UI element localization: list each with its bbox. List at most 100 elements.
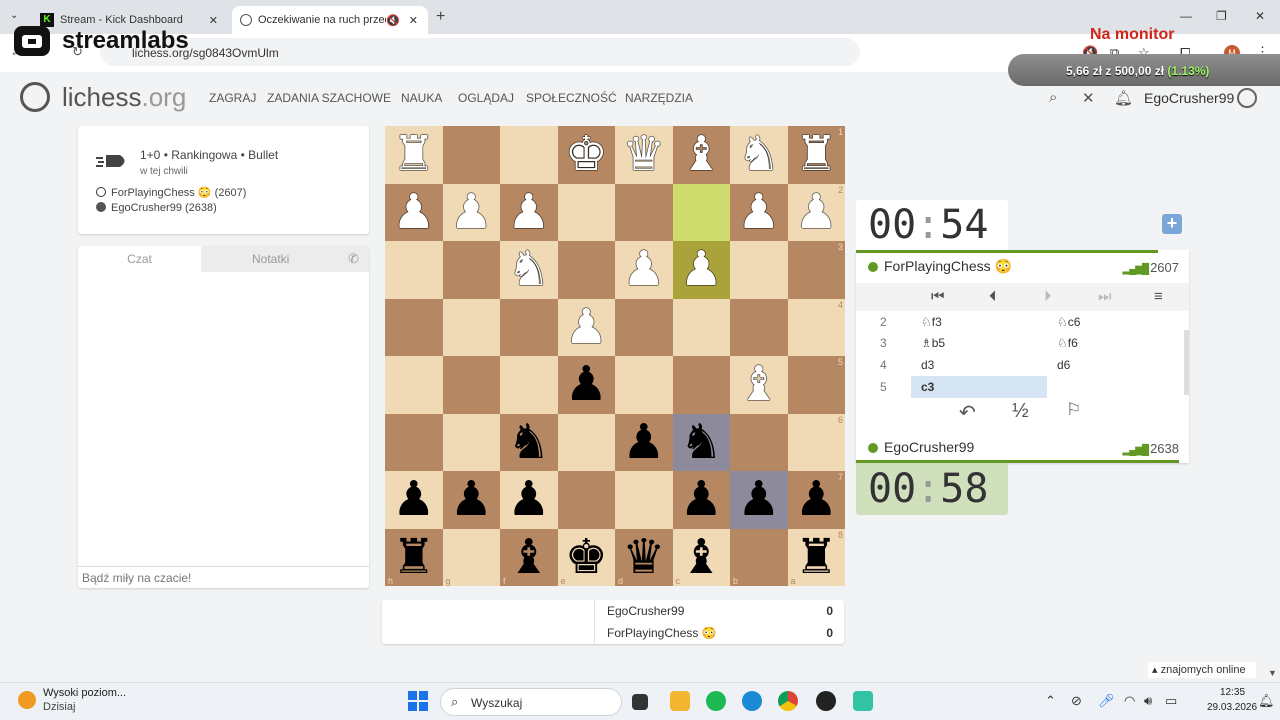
chess-board[interactable]: ♜ ♚ ♛ ♝ ♞ 1 ♜ ♟ ♟ ♟ ♟ 2 ♟ ♞ ♟ ♟ 3 ♟ 4 ♟ ♝ 5 ♞ ♟ ♞ 6 ♟ ♟ ♟ ♟ ♟ 7 ♟ h ♜ g f ♝ e ♚… — [385, 126, 845, 586]
close-window-button[interactable]: ✕ — [1255, 9, 1265, 23]
board-square[interactable] — [500, 298, 558, 356]
board-square[interactable] — [672, 298, 730, 356]
friends-online-button[interactable]: ▴ znajomych online — [1148, 662, 1256, 678]
board-square[interactable] — [385, 298, 443, 356]
nav-nauka[interactable]: NAUKA — [401, 91, 442, 105]
user-menu[interactable]: EgoCrusher99 — [1144, 90, 1234, 106]
tab-search-icon[interactable]: ⌄ — [10, 10, 18, 21]
edge-icon[interactable] — [742, 691, 762, 711]
microphone-icon[interactable]: 🎤︎ — [1098, 693, 1115, 709]
board-square[interactable] — [385, 241, 443, 299]
notifications-icon[interactable]: 🔔︎ — [1258, 693, 1275, 709]
board-square[interactable]: ♚ — [557, 126, 615, 184]
black-player[interactable]: EgoCrusher99 (2638) — [96, 202, 217, 214]
board-square[interactable] — [442, 126, 500, 184]
board-square[interactable]: ♟ — [672, 471, 730, 529]
board-square[interactable] — [442, 356, 500, 414]
weather-icon[interactable] — [18, 691, 36, 709]
prev-move-icon[interactable]: ⏴ — [989, 288, 997, 305]
board-square[interactable]: g — [442, 528, 500, 586]
board-square[interactable] — [500, 356, 558, 414]
board-square[interactable]: 6 — [787, 413, 845, 471]
board-square[interactable] — [385, 356, 443, 414]
maximize-button[interactable]: ❐ — [1216, 9, 1227, 23]
takeback-icon[interactable]: ↶ — [959, 400, 976, 425]
black-pawn-icon[interactable]: ♟ — [565, 356, 608, 412]
board-square[interactable] — [557, 183, 615, 241]
white-pawn-icon[interactable]: ♟ — [565, 299, 608, 355]
user-icon[interactable] — [1237, 88, 1257, 108]
streamlabs-taskbar-icon[interactable] — [853, 691, 873, 711]
black-king-icon[interactable]: ♚ — [565, 529, 608, 585]
close-tab-icon[interactable]: ✕ — [409, 14, 418, 27]
board-square[interactable]: d ♛ — [615, 528, 673, 586]
taskbar-search[interactable]: ⌕ Wyszukaj — [440, 688, 622, 716]
clock-time[interactable]: 12:35 — [1220, 687, 1245, 698]
board-square[interactable]: 4 — [787, 298, 845, 356]
muted-speaker-icon[interactable]: 🔇 — [386, 14, 400, 27]
battery-icon[interactable]: ▭ — [1165, 693, 1177, 709]
board-square[interactable]: 2 ♟ — [787, 183, 845, 241]
volume-icon[interactable]: 🔊︎ — [1144, 693, 1152, 709]
spotify-icon[interactable] — [706, 691, 726, 711]
nav-zagraj[interactable]: ZAGRAJ — [209, 91, 256, 105]
board-square[interactable] — [615, 356, 673, 414]
board-square[interactable] — [672, 183, 730, 241]
tab-notes[interactable]: Notatki — [201, 246, 369, 272]
board-square[interactable]: ♟ — [557, 298, 615, 356]
board-square[interactable]: ♝ — [730, 356, 788, 414]
black-knight-icon[interactable]: ♞ — [507, 414, 550, 470]
tab-chat[interactable]: Czat — [78, 246, 201, 272]
board-square[interactable]: 3 — [787, 241, 845, 299]
board-square[interactable]: ♟ — [730, 183, 788, 241]
black-pawn-icon[interactable]: ♟ — [795, 471, 838, 527]
nav-zadania[interactable]: ZADANIA SZACHOWE — [267, 91, 391, 105]
board-square[interactable]: h ♜ — [385, 528, 443, 586]
white-bishop-icon[interactable]: ♝ — [737, 356, 780, 412]
black-pawn-icon[interactable]: ♟ — [450, 471, 493, 527]
board-square[interactable] — [615, 298, 673, 356]
swords-icon[interactable]: ✕ — [1082, 89, 1095, 107]
board-square[interactable]: ♟ — [500, 183, 558, 241]
board-square[interactable]: 7 ♟ — [787, 471, 845, 529]
board-square[interactable] — [672, 356, 730, 414]
white-queen-icon[interactable]: ♛ — [622, 126, 665, 182]
move-list-scrollbar[interactable] — [1184, 330, 1189, 395]
board-square[interactable]: ♞ — [672, 413, 730, 471]
black-pawn-icon[interactable]: ♟ — [680, 471, 723, 527]
browser-tab-lichess[interactable]: Oczekiwanie na ruch przeciwnika 🔇 ✕ — [232, 6, 428, 34]
weather-title[interactable]: Wysoki poziom... — [43, 687, 126, 699]
move-black[interactable]: d6 — [1057, 354, 1070, 376]
board-square[interactable] — [442, 241, 500, 299]
move-white[interactable]: d3 — [921, 354, 934, 376]
board-square[interactable]: c ♝ — [672, 528, 730, 586]
board-square[interactable] — [557, 241, 615, 299]
board-square[interactable]: ♝ — [672, 126, 730, 184]
black-pawn-icon[interactable]: ♟ — [392, 471, 435, 527]
white-pawn-icon[interactable]: ♟ — [737, 184, 780, 240]
move-white[interactable]: ♘f3 — [921, 311, 942, 333]
board-square[interactable]: ♟ — [385, 183, 443, 241]
move-black[interactable]: ♘c6 — [1057, 311, 1080, 333]
minimize-button[interactable]: — — [1180, 9, 1192, 23]
task-view-icon[interactable] — [632, 694, 648, 710]
wifi-icon[interactable]: ◠ — [1124, 693, 1135, 709]
black-pawn-icon[interactable]: ♟ — [737, 471, 780, 527]
board-square[interactable]: ♟ — [615, 241, 673, 299]
bell-icon[interactable]: 🔔︎ — [1114, 89, 1133, 107]
add-time-icon[interactable]: + — [1162, 214, 1182, 234]
resign-flag-icon[interactable]: ⚐ — [1066, 400, 1081, 420]
close-tab-icon[interactable]: ✕ — [209, 14, 218, 27]
white-rook-icon[interactable]: ♜ — [795, 126, 838, 182]
move-white[interactable]: ♗b5 — [921, 332, 945, 354]
white-pawn-icon[interactable]: ♟ — [622, 241, 665, 297]
board-square[interactable]: ♟ — [557, 356, 615, 414]
board-square[interactable] — [385, 413, 443, 471]
black-pawn-icon[interactable]: ♟ — [507, 471, 550, 527]
white-pawn-icon[interactable]: ♟ — [450, 184, 493, 240]
white-rook-icon[interactable]: ♜ — [392, 126, 435, 182]
board-square[interactable]: ♟ — [730, 471, 788, 529]
clock-date[interactable]: 29.03.2026 — [1207, 702, 1257, 713]
black-queen-icon[interactable]: ♛ — [622, 529, 665, 585]
board-square[interactable] — [730, 298, 788, 356]
